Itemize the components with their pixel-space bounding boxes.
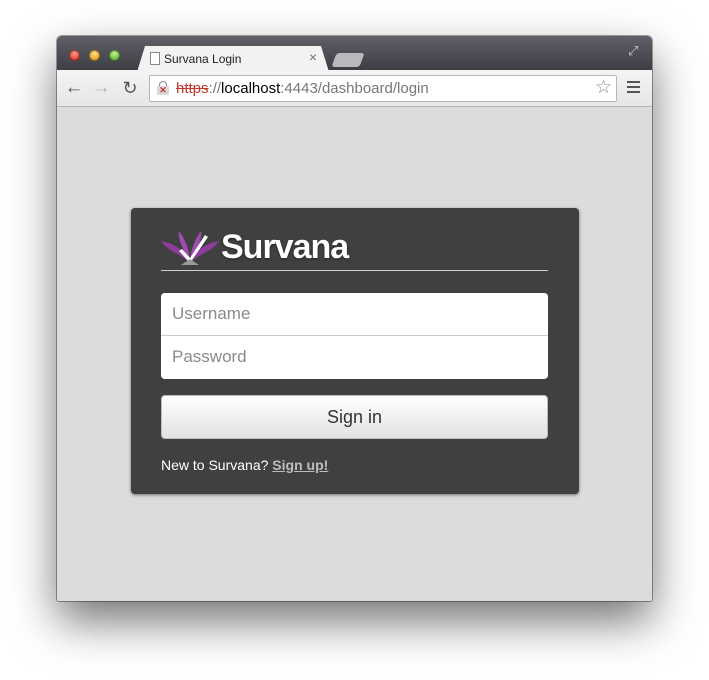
address-bar[interactable]: https://localhost:4443/dashboard/login ☆ (149, 75, 617, 102)
brand-name: Survana (221, 228, 349, 266)
credentials-group (161, 293, 548, 379)
browser-toolbar: ← → ↻ https://localhost:4443/dashboard/l… (57, 70, 652, 107)
sign-in-button[interactable]: Sign in (161, 395, 548, 439)
signup-row: New to Survana? Sign up! (161, 457, 328, 473)
url-text[interactable]: https://localhost:4443/dashboard/login (176, 80, 429, 97)
expand-icon[interactable]: ⤢ (628, 44, 642, 58)
tab-close-icon[interactable]: × (309, 50, 317, 64)
close-window-button[interactable] (69, 50, 80, 61)
arrow-right-icon[interactable]: → (90, 77, 112, 99)
reload-icon[interactable]: ↻ (119, 77, 141, 99)
password-input[interactable] (161, 336, 548, 378)
signup-prompt: New to Survana? (161, 457, 269, 473)
minimize-window-button[interactable] (89, 50, 100, 61)
url-separator: :// (208, 80, 222, 97)
broken-lock-icon[interactable] (157, 81, 169, 95)
survana-logo-icon (161, 231, 219, 265)
hamburger-menu-icon[interactable] (627, 81, 640, 94)
username-input[interactable] (161, 293, 548, 336)
url-path: :4443/dashboard/login (280, 80, 429, 97)
page-icon (150, 52, 160, 65)
login-card: Survana Sign in New to Survana? Sign up! (131, 208, 579, 494)
star-icon[interactable]: ☆ (595, 77, 612, 99)
sign-up-link[interactable]: Sign up! (272, 457, 328, 473)
url-host: localhost (221, 80, 281, 97)
arrow-left-icon[interactable]: ← (63, 77, 85, 99)
tab-title: Survana Login (164, 52, 242, 66)
new-tab-button[interactable] (331, 53, 365, 67)
browser-window: Survana Login × ⤢ ← → ↻ https://localhos… (57, 36, 652, 601)
page-viewport: Survana Sign in New to Survana? Sign up! (57, 107, 652, 601)
url-scheme: https (176, 80, 209, 97)
tab-strip: Survana Login × ⤢ (57, 36, 652, 70)
brand-header: Survana (161, 226, 548, 271)
tab-survana-login[interactable]: Survana Login × (137, 46, 329, 72)
zoom-window-button[interactable] (109, 50, 120, 61)
